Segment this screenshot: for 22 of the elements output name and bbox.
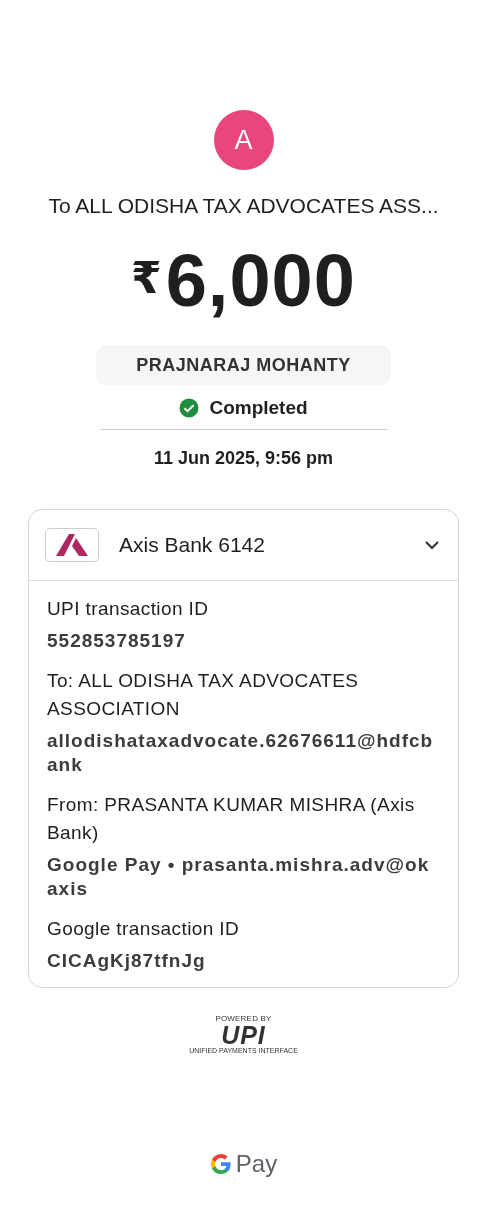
payment-note: PRAJNARAJ MOHANTY — [96, 345, 391, 385]
status-label: Completed — [209, 397, 308, 419]
detail-label: UPI transaction ID — [47, 597, 210, 621]
chevron-down-icon[interactable] — [424, 540, 440, 550]
detail-value: allodishataxadvocate.62676611@hdfcbank — [47, 729, 435, 777]
upi-logo: UPI — [221, 1023, 266, 1047]
detail-label: Google transaction ID — [47, 917, 241, 941]
detail-label: From: PRASANTA KUMAR MISHRA (Axis Bank) — [47, 793, 416, 845]
currency-symbol: ₹ — [131, 252, 162, 303]
detail-label: To: ALL ODISHA TAX ADVOCATES ASSOCIATION — [47, 669, 360, 721]
bank-logo — [45, 528, 99, 562]
transaction-date: 11 Jun 2025, 9:56 pm — [153, 448, 334, 469]
recipient-title: To ALL ODISHA TAX ADVOCATES ASS... — [48, 194, 439, 218]
google-g-icon — [209, 1153, 232, 1175]
detail-value: 552853785197 — [47, 629, 187, 653]
bank-account: Axis Bank 6142 — [119, 533, 266, 557]
powered-by-text: POWERED BY — [215, 1014, 272, 1023]
amount: 6,000 — [165, 238, 356, 323]
detail-value: Google Pay • prasanta.mishra.adv@okaxis — [47, 853, 431, 901]
avatar: A — [213, 110, 274, 170]
detail-value: CICAgKj87tfnJg — [47, 949, 207, 973]
brand-text: Pay — [235, 1150, 278, 1178]
